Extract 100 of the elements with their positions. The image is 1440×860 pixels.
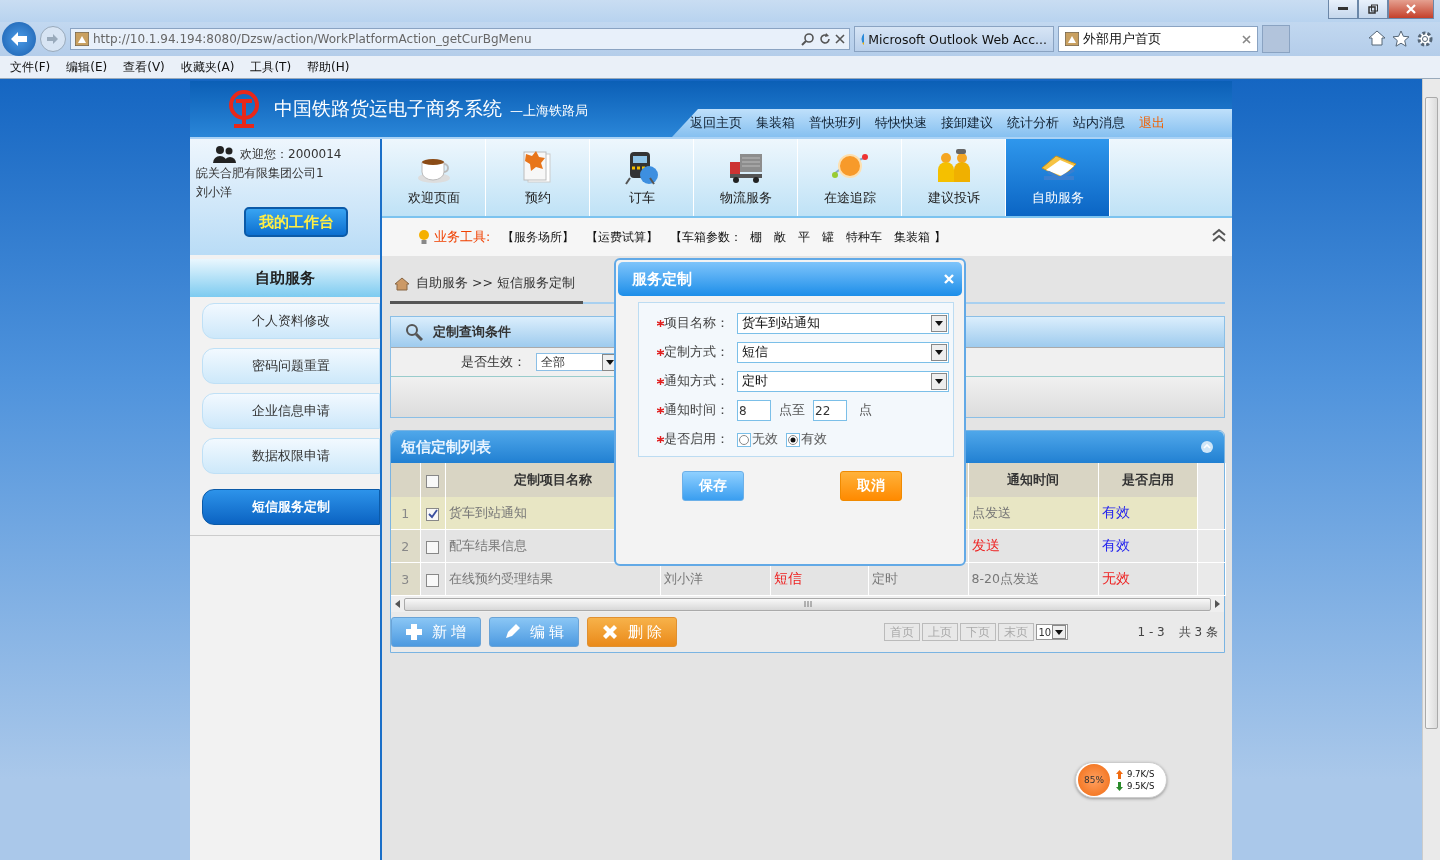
scroll-left-icon[interactable]: [395, 600, 400, 608]
page-size-select[interactable]: 10: [1035, 624, 1068, 640]
close-icon[interactable]: [944, 274, 954, 284]
input-field[interactable]: 22: [813, 400, 847, 421]
dropdown-arrow-icon[interactable]: [606, 359, 614, 365]
field-label: 定制方式：: [664, 344, 729, 361]
param-link[interactable]: 罐: [822, 228, 835, 246]
breadcrumb: 自助服务 >> 短信服务定制: [416, 275, 575, 292]
select-field[interactable]: 定时: [737, 371, 949, 392]
table-cell: 短信: [773, 570, 802, 586]
restore-button[interactable]: [1358, 0, 1388, 19]
panel-title: 定制查询条件: [433, 323, 511, 341]
close-button[interactable]: [1388, 0, 1434, 19]
field-label: 通知时间：: [664, 402, 729, 419]
collapse-icon[interactable]: [1200, 440, 1214, 454]
plus-icon: [405, 624, 422, 640]
sidebar-item[interactable]: 个人资料修改: [202, 303, 380, 339]
railway-logo: [226, 89, 262, 129]
dropdown-arrow-icon[interactable]: [1054, 629, 1063, 635]
sidebar-item[interactable]: 企业信息申请: [202, 393, 380, 429]
browser-tab[interactable]: 外部用户首页: [1058, 26, 1258, 52]
field-text: 点至: [779, 402, 805, 419]
nav-link[interactable]: 特快快速: [875, 114, 927, 132]
menu-item[interactable]: 查看(V): [123, 58, 165, 76]
table-cell: 点发送: [971, 504, 1011, 520]
record-range: 1 - 3: [1137, 625, 1165, 639]
scroll-right-icon[interactable]: [1215, 600, 1220, 608]
collapse-icon[interactable]: [1212, 228, 1226, 242]
grip-icon[interactable]: [803, 601, 812, 607]
nav-link[interactable]: 统计分析: [1007, 114, 1059, 132]
tool-link[interactable]: 【运费试算】: [586, 228, 659, 246]
dropdown-arrow-icon[interactable]: [935, 350, 943, 355]
minimize-button[interactable]: [1328, 0, 1358, 19]
module-tab[interactable]: 预约: [486, 139, 590, 216]
dropdown-arrow-icon[interactable]: [935, 379, 943, 384]
nav-link[interactable]: 站内消息: [1073, 114, 1125, 132]
table-cell: 配车结果信息: [448, 537, 527, 553]
star-icon[interactable]: [1392, 30, 1410, 47]
field-label: 项目名称：: [664, 315, 729, 332]
close-tab-icon[interactable]: [1242, 34, 1251, 44]
refresh-icon[interactable]: [819, 33, 831, 45]
menu-item[interactable]: 编辑(E): [66, 58, 108, 76]
menu-item[interactable]: 收藏夹(A): [180, 58, 235, 76]
search-icon[interactable]: [801, 32, 815, 46]
radio-option[interactable]: 无效: [737, 431, 778, 448]
address-field[interactable]: http://10.1.94.194:8080/Dzsw/action/WorkPlatformAction_getCurBgMenu: [70, 28, 850, 50]
param-link[interactable]: 平: [798, 228, 811, 246]
nav-link[interactable]: 普快班列: [809, 114, 861, 132]
horizontal-scrollbar[interactable]: [391, 596, 1224, 612]
settings-icon[interactable]: [1416, 30, 1434, 48]
back-button[interactable]: [2, 22, 36, 56]
welcome-text: 欢迎您：2000014: [240, 145, 342, 163]
tools-label: 业务工具:: [434, 228, 491, 246]
row-number: 1: [401, 505, 410, 521]
input-field[interactable]: 8: [737, 400, 771, 421]
browser-tab[interactable]: Microsoft Outlook Web Acc...: [854, 26, 1054, 52]
menu-item[interactable]: 帮助(H): [307, 58, 350, 76]
radio-icon[interactable]: [739, 434, 749, 445]
row-checkbox[interactable]: [426, 540, 439, 554]
sidebar-title: 自助服务: [190, 259, 380, 297]
param-link[interactable]: 特种车: [846, 228, 883, 246]
menu-item[interactable]: 工具(T): [250, 58, 292, 76]
nav-link[interactable]: 接卸建议: [941, 114, 993, 132]
sidebar-item[interactable]: 短信服务定制: [202, 489, 380, 525]
module-tab[interactable]: 自助服务: [1006, 139, 1110, 216]
usage-percent: 85%: [1084, 775, 1104, 785]
param-link[interactable]: 集装箱: [894, 228, 931, 246]
panel-title: 短信定制列表: [401, 437, 491, 457]
row-checkbox[interactable]: [426, 573, 439, 587]
tool-link[interactable]: 【服务场所】: [502, 228, 575, 246]
row-checkbox[interactable]: [426, 507, 439, 521]
sidebar-item[interactable]: 数据权限申请: [202, 438, 380, 474]
minimize-icon: [1338, 7, 1348, 11]
upload-speed: 9.7K/S: [1127, 769, 1155, 779]
user-name: 刘小洋: [196, 184, 233, 201]
select-all-checkbox[interactable]: [426, 474, 439, 488]
radio-icon[interactable]: [788, 434, 798, 445]
bracket-text: 】: [934, 228, 947, 246]
select-field[interactable]: 货车到站通知: [737, 313, 949, 334]
table-cell: 无效: [1101, 570, 1130, 586]
home-icon: [394, 276, 410, 291]
lightbulb-icon: [418, 229, 430, 245]
nav-link[interactable]: 返回主页: [690, 114, 742, 132]
dropdown-arrow-icon[interactable]: [935, 321, 943, 326]
param-link[interactable]: 敞: [774, 228, 787, 246]
scrollbar[interactable]: [1422, 79, 1440, 860]
menu-item[interactable]: 文件(F): [10, 58, 51, 76]
stop-icon[interactable]: [835, 34, 845, 44]
table-cell: 有效: [1101, 537, 1130, 553]
radio-option[interactable]: 有效: [786, 431, 827, 448]
restore-icon: [1368, 4, 1378, 14]
param-link[interactable]: 棚: [750, 228, 763, 246]
nav-link[interactable]: 集装箱: [756, 114, 795, 132]
table-cell: 定时: [871, 570, 898, 586]
download-arrow-icon: [1116, 781, 1123, 791]
sidebar-item[interactable]: 密码问题重置: [202, 348, 380, 384]
home-icon[interactable]: [1368, 30, 1386, 46]
select-field[interactable]: 短信: [737, 342, 949, 363]
table-cell: 发送: [971, 537, 1000, 553]
page-icon: [75, 32, 89, 46]
